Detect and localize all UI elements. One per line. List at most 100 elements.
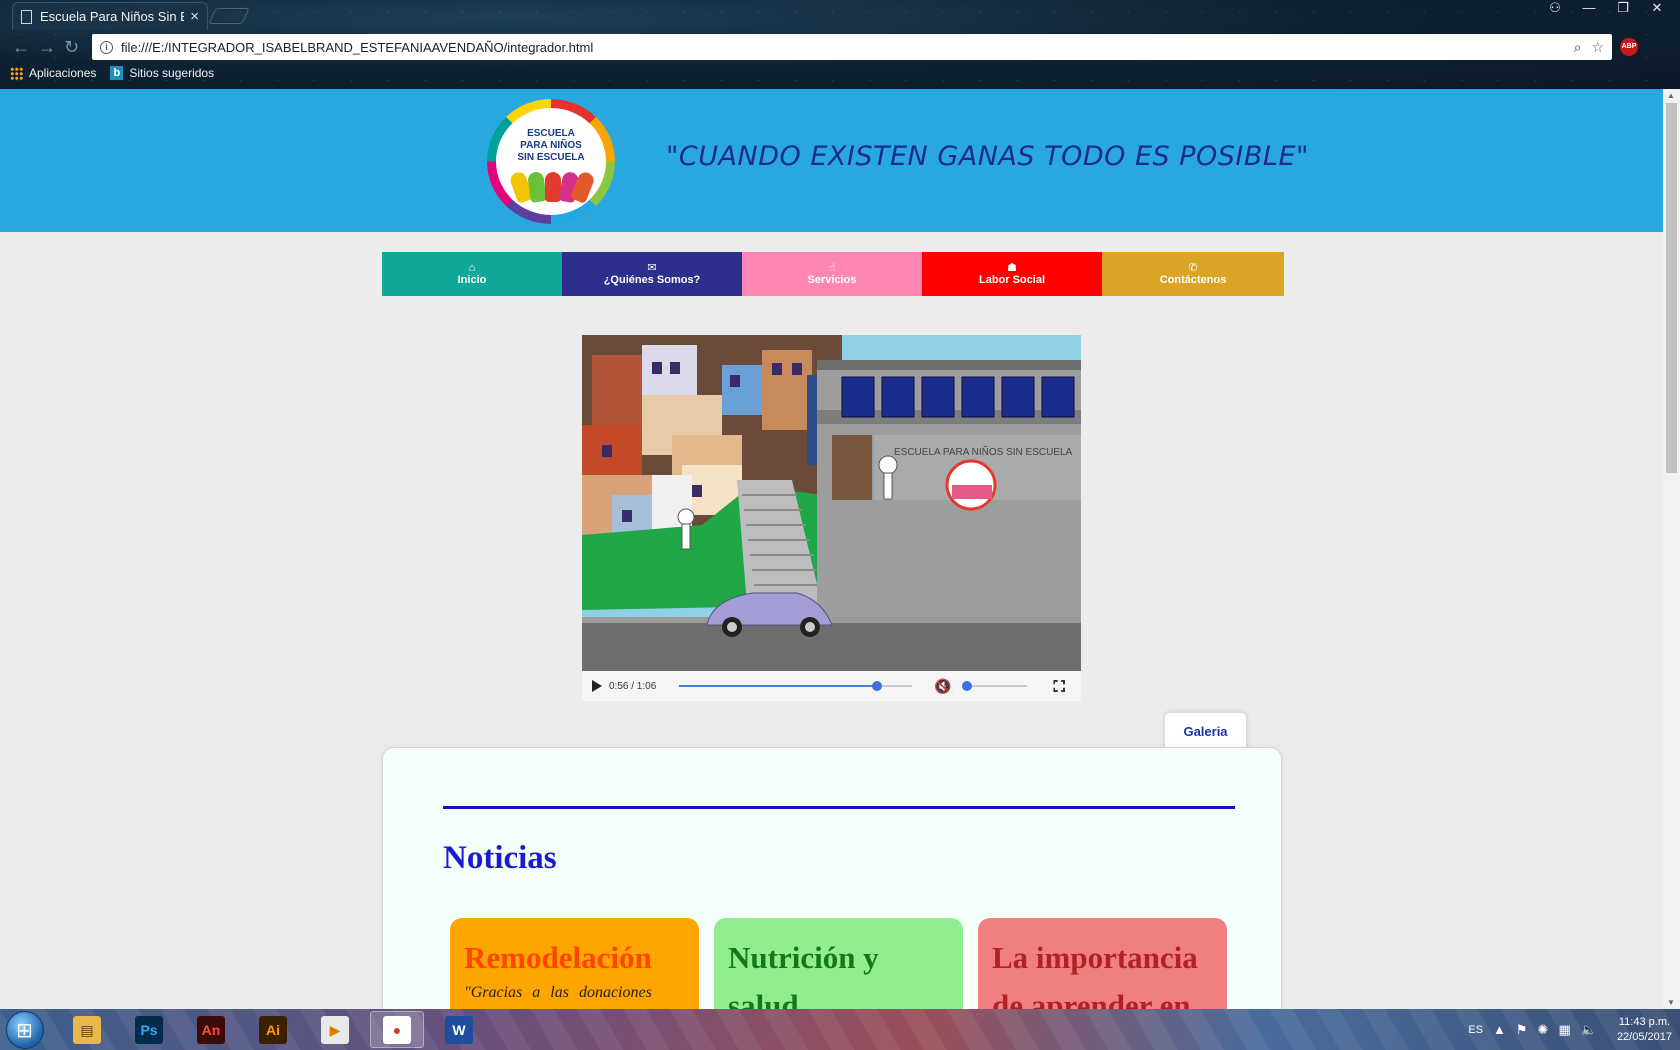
menu-item-contactenos[interactable]: ✆ Contáctenos (1102, 252, 1284, 296)
animate-app[interactable]: An (184, 1011, 238, 1048)
news-card-importancia[interactable]: La importancia de aprender en (978, 918, 1227, 1009)
news-card-nutricion[interactable]: Nutrición y salud (714, 918, 963, 1009)
video-player[interactable]: ESCUELA PARA NIÑOS SIN ESCUELA 0:56 / 1:… (582, 335, 1081, 701)
info-icon[interactable]: i (100, 40, 113, 54)
browser-chrome: Escuela Para Niños Sin E × ⚇ — ❐ ✕ ← → ↻… (0, 0, 1680, 89)
browser-tab[interactable]: Escuela Para Niños Sin E × (12, 2, 208, 30)
reload-button[interactable]: ↻ (64, 37, 79, 58)
menu-item-quienes-somos[interactable]: ✉ ¿Quiénes Somos? (562, 252, 742, 296)
forward-button[interactable]: → (38, 37, 56, 58)
tab-title: Escuela Para Niños Sin E (40, 9, 185, 24)
logo-inner: ESCUELA PARA NIÑOS SIN ESCUELA (496, 108, 606, 215)
app-tray-icon[interactable]: ✺ (1538, 1022, 1549, 1038)
bookmark-suggested-sites[interactable]: b Sitios sugeridos (110, 66, 214, 80)
volume-knob[interactable] (962, 681, 973, 691)
photoshop-app[interactable]: Ps (122, 1011, 176, 1048)
language-indicator[interactable]: ES (1468, 1024, 1483, 1036)
seek-knob[interactable] (872, 681, 883, 691)
photoshop-icon: Ps (135, 1015, 163, 1044)
school-logo[interactable]: ESCUELA PARA NIÑOS SIN ESCUELA (487, 99, 615, 224)
bookmark-apps[interactable]: Aplicaciones (10, 66, 96, 80)
back-button[interactable]: ← (12, 37, 30, 58)
clock[interactable]: 11:43 p.m. 22/05/2017 (1617, 1015, 1672, 1045)
video-scene-illustration: ESCUELA PARA NIÑOS SIN ESCUELA (582, 335, 1081, 671)
news-card-remodelacion[interactable]: Remodelación "Gracias a las donaciones (450, 918, 699, 1009)
group-icon: ☗ (1007, 262, 1017, 274)
news-card-title: Remodelación (464, 940, 652, 975)
video-controls: 0:56 / 1:06 🔇 (582, 671, 1081, 701)
home-icon: ⌂ (468, 262, 476, 274)
main-menu: ⌂ Inicio ✉ ¿Quiénes Somos? ☝ Servicios ☗… (382, 252, 1284, 296)
muted-speaker-icon[interactable]: 🔇 (934, 678, 951, 695)
menu-item-servicios[interactable]: ☝ Servicios (742, 252, 922, 296)
menu-item-labor-social[interactable]: ☗ Labor Social (922, 252, 1102, 296)
menu-label: Inicio (457, 274, 487, 286)
scroll-down-icon[interactable]: ▼ (1667, 998, 1675, 1007)
scroll-up-icon[interactable]: ▲ (1667, 91, 1675, 100)
action-center-flag-icon[interactable]: ⚑ (1516, 1022, 1528, 1038)
document-icon (21, 9, 32, 24)
handshake-icon: ✉ (647, 262, 657, 274)
adblock-extension-icon[interactable]: ABP (1620, 38, 1638, 56)
fullscreen-icon[interactable] (1053, 680, 1066, 692)
window-controls: ⚇ — ❐ ✕ (1540, 0, 1672, 18)
play-icon[interactable] (592, 680, 602, 692)
start-button[interactable] (6, 1011, 44, 1049)
maximize-button[interactable]: ❐ (1608, 0, 1638, 18)
bing-icon: b (110, 66, 124, 80)
new-tab-button[interactable] (208, 8, 250, 24)
volume-slider[interactable] (962, 681, 1028, 691)
url-text[interactable]: file:///E:/INTEGRADOR_ISABELBRAND_ESTEFA… (121, 40, 1564, 55)
windows-taskbar: ▤ Ps An Ai ▶ ● W ES ▲ ⚑ ✺ ▦ 🔈 11:43 p.m.… (0, 1009, 1680, 1050)
scroll-thumb[interactable] (1666, 103, 1677, 473)
video-time: 0:56 / 1:06 (609, 680, 657, 692)
network-icon[interactable]: ▦ (1558, 1022, 1570, 1038)
media-player-app[interactable]: ▶ (308, 1011, 362, 1048)
video-frame[interactable]: ESCUELA PARA NIÑOS SIN ESCUELA (582, 335, 1081, 671)
close-window-button[interactable]: ✕ (1642, 0, 1672, 18)
word-icon: W (445, 1015, 473, 1044)
news-card-title: Nutrición y salud (728, 940, 879, 1009)
chrome-app[interactable]: ● (370, 1011, 424, 1048)
explorer-app[interactable]: ▤ (60, 1011, 114, 1048)
phone-icon: ✆ (1188, 262, 1198, 274)
volume-icon[interactable]: 🔈 (1581, 1022, 1597, 1038)
address-bar[interactable]: i file:///E:/INTEGRADOR_ISABELBRAND_ESTE… (92, 34, 1612, 60)
bookmark-star-icon[interactable]: ☆ (1591, 39, 1604, 56)
bookmark-label: Sitios sugeridos (129, 66, 215, 80)
user-icon[interactable]: ⚇ (1540, 0, 1570, 18)
hand-pointer-icon: ☝ (828, 262, 836, 274)
menu-label: Contáctenos (1159, 274, 1227, 286)
menu-label: Servicios (807, 274, 857, 286)
word-app[interactable]: W (432, 1011, 486, 1048)
page-scrollbar[interactable]: ▲ ▼ (1663, 89, 1680, 1009)
logo-text: ESCUELA PARA NIÑOS SIN ESCUELA (517, 128, 585, 163)
school-sign-text: ESCUELA PARA NIÑOS SIN ESCUELA (894, 445, 1073, 458)
galeria-button[interactable]: Galeria (1164, 712, 1247, 750)
news-panel: Noticias Remodelación "Gracias a las don… (382, 747, 1282, 1009)
show-hidden-icons-icon[interactable]: ▲ (1493, 1022, 1506, 1037)
seek-fill (679, 685, 878, 687)
news-card-text: "Gracias a las donaciones (464, 984, 652, 1001)
illustrator-app[interactable]: Ai (246, 1011, 300, 1048)
menu-item-inicio[interactable]: ⌂ Inicio (382, 252, 562, 296)
clock-date: 22/05/2017 (1616, 1030, 1672, 1043)
chrome-icon: ● (383, 1015, 411, 1044)
menu-label: Labor Social (978, 274, 1046, 286)
page-viewport: ESCUELA PARA NIÑOS SIN ESCUELA "CUANDO E… (0, 89, 1663, 1009)
divider (443, 806, 1235, 809)
bookmarks-bar: Aplicaciones b Sitios sugeridos (10, 66, 214, 80)
zoom-icon[interactable]: ⌕ (1574, 39, 1582, 56)
menu-label: ¿Quiénes Somos? (603, 274, 701, 286)
painted-hands-icon (508, 168, 597, 204)
news-heading: Noticias (443, 840, 557, 876)
tab-close-button[interactable]: × (190, 8, 199, 25)
minimize-button[interactable]: — (1574, 0, 1604, 18)
folder-icon: ▤ (73, 1015, 101, 1044)
slogan: "CUANDO EXISTEN GANAS TODO ES POSIBLE" (666, 141, 1309, 172)
bookmark-label: Aplicaciones (29, 66, 97, 80)
clock-time: 11:43 p.m. (1618, 1015, 1671, 1028)
site-header: ESCUELA PARA NIÑOS SIN ESCUELA "CUANDO E… (0, 89, 1663, 232)
seek-bar[interactable] (679, 681, 912, 691)
animate-icon: An (197, 1015, 225, 1044)
